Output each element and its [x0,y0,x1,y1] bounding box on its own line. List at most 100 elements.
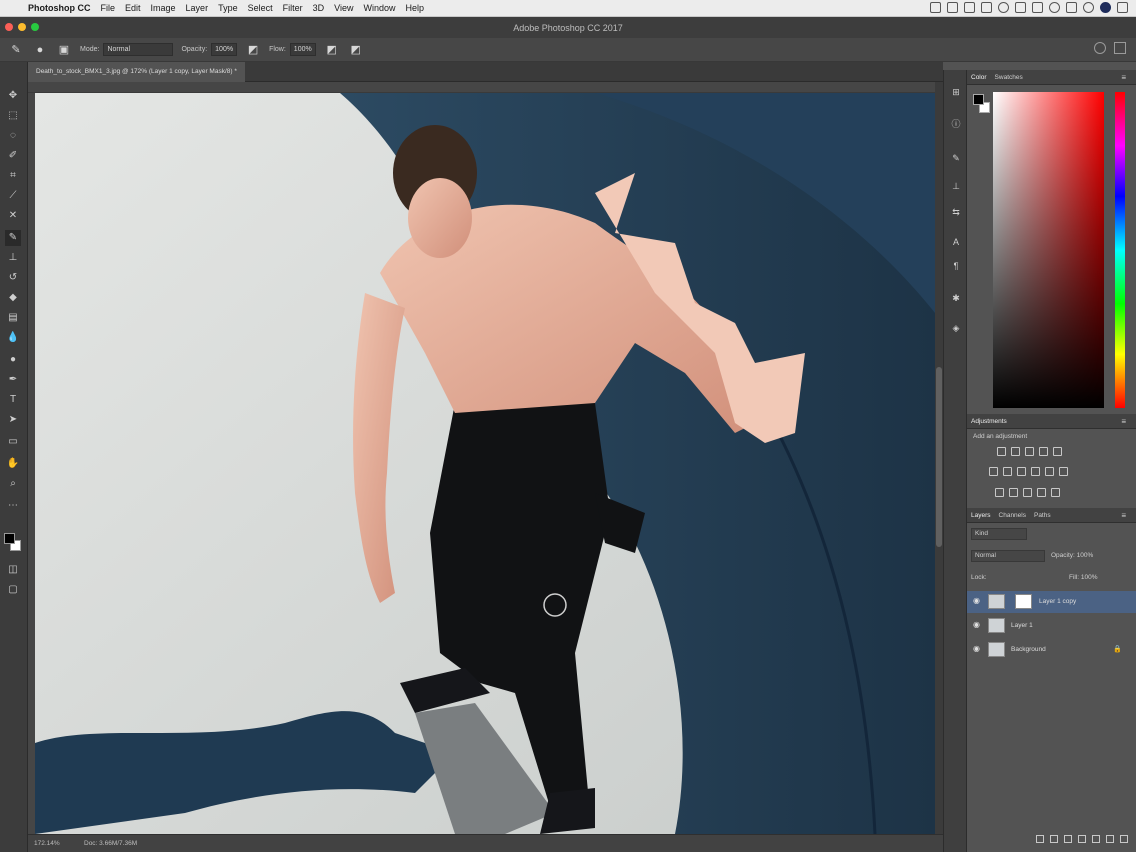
paragraph-panel-icon[interactable]: ¶ [950,260,962,272]
hue-slider[interactable] [1115,92,1125,408]
tab-adjustments[interactable]: Adjustments [967,418,1011,425]
airbrush-icon[interactable]: ◩ [324,42,340,58]
blur-tool-icon[interactable]: 💧 [5,330,21,346]
menu-image[interactable]: Image [146,3,181,13]
visibility-eye-icon[interactable]: ◉ [973,597,981,605]
link-layers-icon[interactable] [1036,835,1044,843]
history-panel-icon[interactable]: ⊞ [950,86,962,98]
zoom-tool-icon[interactable]: ⌕ [5,476,21,492]
panel-menu-icon[interactable]: ≡ [1117,417,1130,426]
visibility-eye-icon[interactable]: ◉ [973,621,981,629]
path-select-tool-icon[interactable]: ➤ [5,412,21,428]
document-canvas[interactable] [35,93,935,834]
menu-view[interactable]: View [329,3,358,13]
canvas-vertical-scrollbar[interactable] [935,82,943,834]
tray-icon[interactable] [981,2,992,13]
shape-tool-icon[interactable]: ▭ [5,434,21,450]
foreground-color-swatch[interactable] [4,533,15,544]
tray-icon[interactable] [1049,2,1060,13]
actions-panel-icon[interactable]: ✱ [950,292,962,304]
healing-tool-icon[interactable]: ✕ [5,208,21,224]
pressure-opacity-icon[interactable]: ◩ [245,42,261,58]
clone-stamp-tool-icon[interactable]: ⊥ [5,250,21,266]
menu-window[interactable]: Window [358,3,400,13]
color-panel-foreground[interactable] [973,94,984,105]
vibrance-icon[interactable] [1053,447,1062,456]
eyedropper-tool-icon[interactable]: ⟋ [5,188,21,204]
menu-app[interactable]: Photoshop CC [26,3,96,13]
tab-layers[interactable]: Layers [967,512,995,519]
tray-icon[interactable] [1032,2,1043,13]
layer-opacity[interactable]: Opacity: 100% [1051,552,1093,559]
history-brush-tool-icon[interactable]: ↺ [5,270,21,286]
delete-layer-icon[interactable] [1120,835,1128,843]
mode-select[interactable]: Normal [103,43,174,56]
info-panel-icon[interactable]: ⓘ [950,118,962,130]
siri-icon[interactable] [1100,2,1111,13]
crop-tool-icon[interactable]: ⌗ [5,168,21,184]
menu-edit[interactable]: Edit [120,3,146,13]
curves-icon[interactable] [1025,447,1034,456]
gradient-map-icon[interactable] [1037,488,1046,497]
more-tools-icon[interactable]: ⋯ [5,498,21,514]
brush-tool-icon[interactable]: ✎ [8,42,24,58]
tray-icon[interactable] [1066,2,1077,13]
layer-row[interactable]: ◉ Background 🔒 [967,639,1136,661]
posterize-icon[interactable] [1009,488,1018,497]
clone-source-icon[interactable]: ⊥ [950,180,962,192]
opacity-input[interactable]: 100% [211,43,238,56]
selective-color-icon[interactable] [1051,488,1060,497]
3d-panel-icon[interactable]: ◈ [950,322,962,334]
threshold-icon[interactable] [1023,488,1032,497]
gradient-tool-icon[interactable]: ▤ [5,310,21,326]
menu-type[interactable]: Type [213,3,243,13]
menu-layer[interactable]: Layer [181,3,214,13]
tray-icon[interactable] [930,2,941,13]
channel-mixer-icon[interactable] [1045,467,1054,476]
tab-paths[interactable]: Paths [1030,512,1055,519]
scrollbar-thumb[interactable] [936,367,942,547]
workspace-icon[interactable] [1114,42,1126,54]
new-layer-icon[interactable] [1106,835,1114,843]
properties-panel-icon[interactable]: ⇆ [950,206,962,218]
black-white-icon[interactable] [1017,467,1026,476]
menu-filter[interactable]: Filter [278,3,308,13]
document-tab[interactable]: Death_to_stock_BMX1_3.jpg @ 172% (Layer … [28,62,245,82]
layer-style-icon[interactable] [1050,835,1058,843]
character-panel-icon[interactable]: A [950,236,962,248]
blend-mode-select[interactable]: Normal [971,550,1045,562]
tray-icon[interactable] [947,2,958,13]
menu-3d[interactable]: 3D [308,3,330,13]
search-icon[interactable] [1094,42,1106,54]
layer-row[interactable]: ◉ Layer 1 copy [967,591,1136,613]
visibility-eye-icon[interactable]: ◉ [973,645,981,653]
tray-icon[interactable] [998,2,1009,13]
flow-input[interactable]: 100% [289,43,316,56]
zoom-window-button[interactable] [31,23,39,31]
dodge-tool-icon[interactable]: ● [5,352,21,368]
exposure-icon[interactable] [1039,447,1048,456]
layer-mask-thumbnail[interactable] [1015,594,1032,609]
brightness-contrast-icon[interactable] [997,447,1006,456]
lasso-tool-icon[interactable]: ◌ [5,128,21,144]
add-mask-icon[interactable] [1064,835,1072,843]
close-window-button[interactable] [5,23,13,31]
quick-mask-icon[interactable]: ◫ [5,562,21,578]
tab-channels[interactable]: Channels [995,512,1030,519]
type-tool-icon[interactable]: T [5,392,21,408]
brush-settings-icon[interactable]: ▣ [56,42,72,58]
color-balance-icon[interactable] [1003,467,1012,476]
pen-tool-icon[interactable]: ✒ [5,372,21,388]
brush-panel-icon[interactable]: ✎ [950,152,962,164]
menu-select[interactable]: Select [243,3,278,13]
color-lookup-icon[interactable] [1059,467,1068,476]
invert-icon[interactable] [995,488,1004,497]
brush-tool-icon[interactable]: ✎ [5,230,21,246]
layer-row[interactable]: ◉ Layer 1 [967,615,1136,637]
panel-menu-icon[interactable]: ≡ [1117,73,1130,82]
marquee-tool-icon[interactable]: ⬚ [5,108,21,124]
photo-filter-icon[interactable] [1031,467,1040,476]
layer-fill[interactable]: Fill: 100% [1069,574,1098,581]
new-group-icon[interactable] [1092,835,1100,843]
zoom-level[interactable]: 172.14% [34,840,74,847]
